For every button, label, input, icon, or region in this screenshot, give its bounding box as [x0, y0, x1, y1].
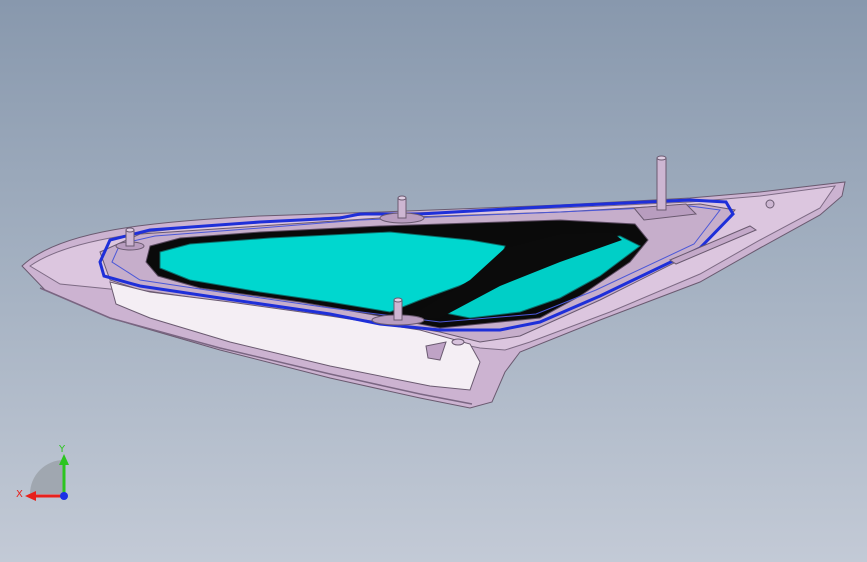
cad-viewport[interactable]: Y X — [0, 0, 867, 562]
mount-pin-right — [632, 155, 698, 221]
y-axis-label: Y — [58, 444, 66, 455]
x-axis-label: X — [16, 489, 23, 500]
mount-pin-top — [379, 195, 425, 224]
axis-triad[interactable]: Y X — [8, 438, 78, 508]
z-axis-dot — [60, 492, 68, 500]
triad-plane — [30, 460, 64, 494]
y-axis-head — [59, 454, 69, 465]
trim-panel-model[interactable] — [0, 0, 867, 562]
mount-hole-top-right — [765, 199, 775, 209]
